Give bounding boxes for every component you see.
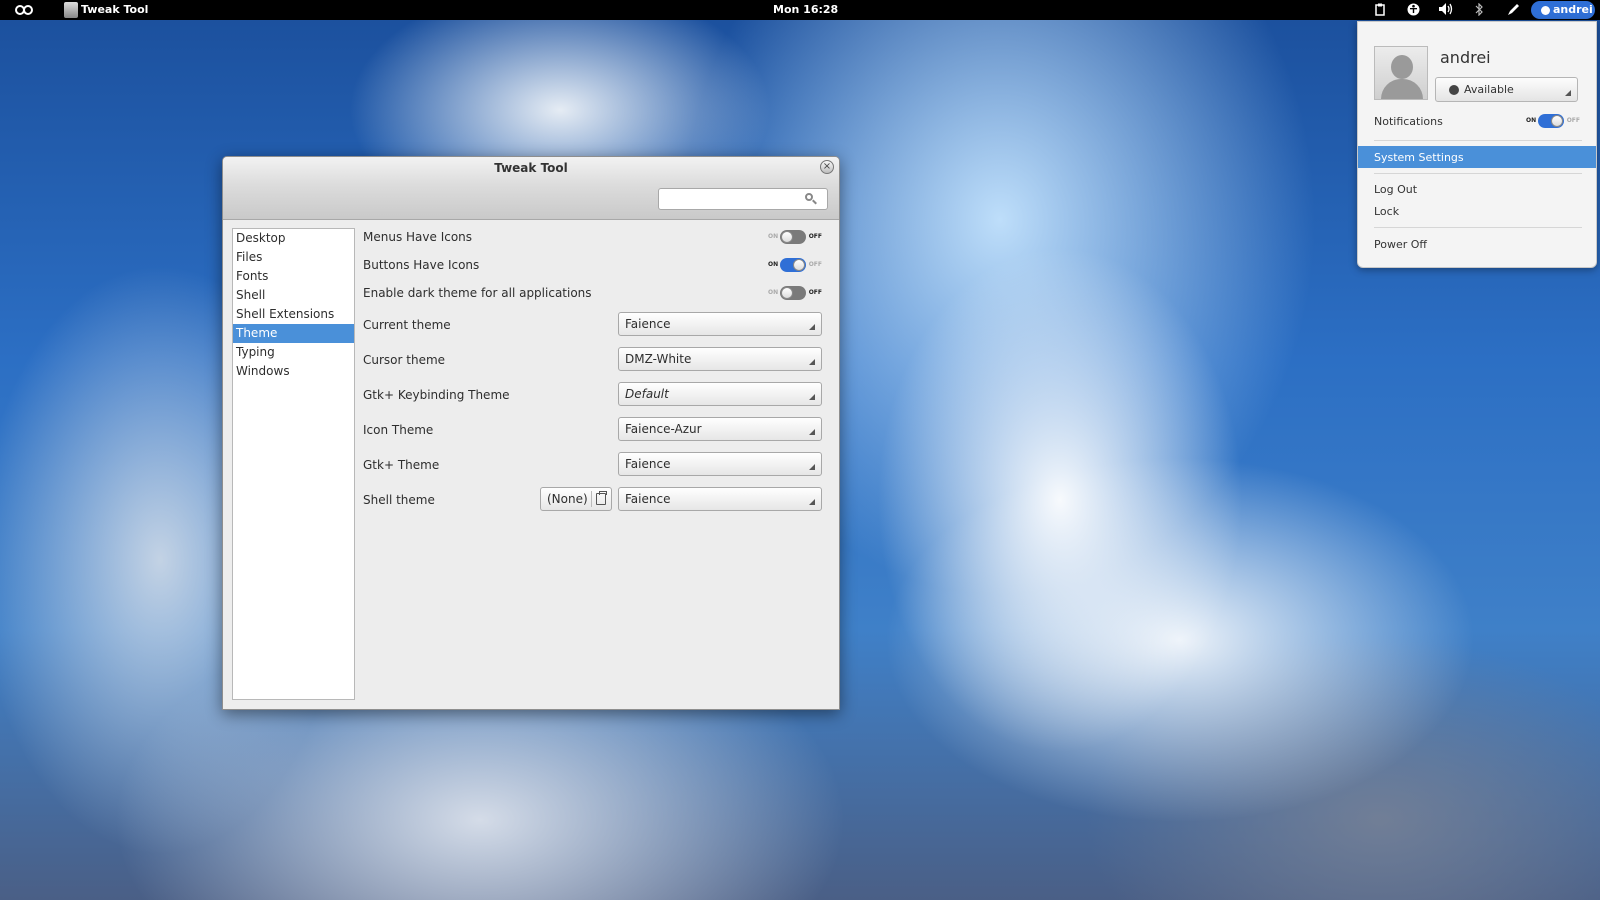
status-label: Available — [1464, 83, 1514, 96]
accessibility-icon[interactable] — [1406, 3, 1420, 17]
top-panel: Tweak Tool Mon 16:28 andrei — [0, 0, 1600, 20]
buttons-have-icons-label: Buttons Have Icons — [363, 258, 480, 272]
shell-theme-file-chooser[interactable]: (None) — [540, 487, 612, 511]
menu-item-lock[interactable]: Lock — [1374, 205, 1399, 218]
dark-theme-switch[interactable]: ON OFF — [768, 286, 822, 300]
combo-arrow-icon — [809, 359, 815, 365]
activities-icon[interactable] — [14, 3, 34, 17]
combo-arrow-icon — [809, 499, 815, 505]
status-dot-icon — [1541, 6, 1550, 15]
sidebar-item-windows[interactable]: Windows — [233, 362, 354, 381]
sidebar-item-fonts[interactable]: Fonts — [233, 267, 354, 286]
sidebar-item-typing[interactable]: Typing — [233, 343, 354, 362]
user-menu: andrei Available Notifications ON OFF Sy… — [1357, 21, 1597, 268]
current-theme-label: Current theme — [363, 318, 451, 332]
document-open-icon — [596, 491, 607, 505]
combo-value: DMZ-White — [625, 352, 692, 366]
sidebar-item-shell-extensions[interactable]: Shell Extensions — [233, 305, 354, 324]
keybinding-theme-combo[interactable]: Default — [618, 382, 822, 406]
pen-icon[interactable] — [1506, 3, 1520, 17]
combo-value: Faience — [625, 457, 671, 471]
user-button-label: andrei — [1553, 3, 1593, 16]
combo-arrow-icon — [809, 394, 815, 400]
clock[interactable]: Mon 16:28 — [773, 3, 838, 16]
menus-have-icons-label: Menus Have Icons — [363, 230, 473, 244]
search-text[interactable] — [663, 191, 803, 207]
tweak-tool-app-icon[interactable] — [64, 2, 78, 18]
menu-item-system-settings[interactable]: System Settings — [1358, 146, 1596, 168]
menu-separator — [1374, 140, 1582, 141]
cursor-theme-combo[interactable]: DMZ-White — [618, 347, 822, 371]
theme-settings-panel: Menus Have Icons ON OFF Buttons Have Ico… — [358, 220, 838, 709]
sidebar-item-desktop[interactable]: Desktop — [233, 229, 354, 248]
avatar — [1374, 46, 1428, 100]
status-combo[interactable]: Available — [1435, 77, 1578, 102]
combo-value: Faience-Azur — [625, 422, 702, 436]
combo-value: Faience — [625, 492, 671, 506]
combo-arrow-icon — [809, 429, 815, 435]
menus-have-icons-switch[interactable]: ON OFF — [768, 230, 822, 244]
close-icon[interactable]: × — [820, 160, 834, 174]
status-available-icon — [1449, 85, 1459, 95]
combo-value: Default — [625, 387, 669, 401]
user-menu-name: andrei — [1440, 48, 1491, 67]
menu-separator — [1374, 227, 1582, 228]
bluetooth-icon[interactable] — [1472, 2, 1486, 17]
icon-theme-label: Icon Theme — [363, 423, 434, 437]
combo-arrow-icon — [809, 464, 815, 470]
gtk-theme-label: Gtk+ Theme — [363, 458, 440, 472]
file-chooser-label: (None) — [547, 492, 588, 506]
combo-value: Faience — [625, 317, 671, 331]
cursor-theme-label: Cursor theme — [363, 353, 446, 367]
titlebar[interactable]: Tweak Tool × — [223, 157, 839, 220]
sidebar: Desktop Files Fonts Shell Shell Extensio… — [232, 228, 355, 700]
search-input[interactable] — [658, 188, 828, 210]
menu-item-label: System Settings — [1374, 151, 1464, 164]
combo-arrow-icon — [809, 324, 815, 330]
user-menu-button[interactable]: andrei — [1531, 1, 1595, 19]
dark-theme-label: Enable dark theme for all applications — [363, 286, 592, 300]
current-theme-combo[interactable]: Faience — [618, 312, 822, 336]
notifications-switch[interactable]: ON OFF — [1526, 114, 1580, 128]
keybinding-theme-label: Gtk+ Keybinding Theme — [363, 388, 510, 402]
sidebar-item-files[interactable]: Files — [233, 248, 354, 267]
shell-theme-combo[interactable]: Faience — [618, 487, 822, 511]
shell-theme-label: Shell theme — [363, 493, 435, 507]
window-title: Tweak Tool — [494, 161, 568, 175]
menu-item-power-off[interactable]: Power Off — [1374, 238, 1427, 251]
combo-arrow-icon — [1565, 90, 1571, 96]
app-menu-title[interactable]: Tweak Tool — [81, 3, 148, 16]
notifications-label: Notifications — [1374, 115, 1443, 128]
menu-separator — [1374, 173, 1582, 174]
menu-item-log-out[interactable]: Log Out — [1374, 183, 1417, 196]
buttons-have-icons-switch[interactable]: ON OFF — [768, 258, 822, 272]
gtk-theme-combo[interactable]: Faience — [618, 452, 822, 476]
volume-icon[interactable] — [1439, 3, 1453, 17]
icon-theme-combo[interactable]: Faience-Azur — [618, 417, 822, 441]
sidebar-item-shell[interactable]: Shell — [233, 286, 354, 305]
tweak-tool-window: Tweak Tool × Desktop Files Fonts Shell S… — [222, 156, 840, 710]
clipboard-icon[interactable] — [1373, 3, 1387, 17]
search-icon — [805, 193, 817, 205]
sidebar-item-theme[interactable]: Theme — [233, 324, 354, 343]
